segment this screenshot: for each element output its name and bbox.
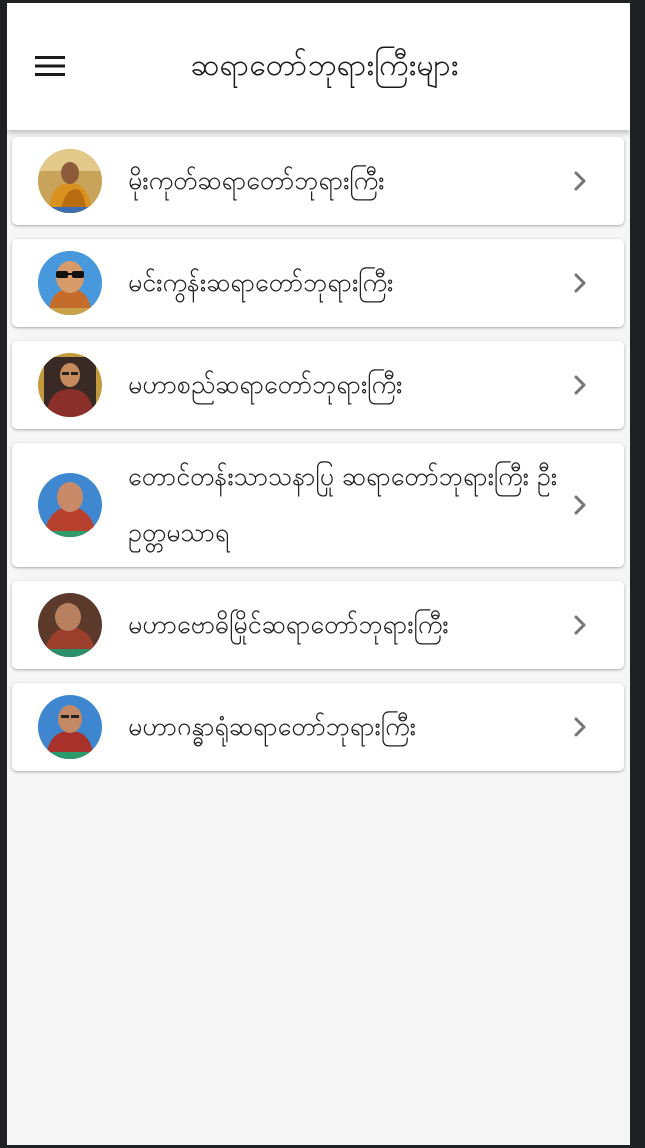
avatar bbox=[38, 593, 102, 657]
list-item-label: မင်းကွန်းဆရာတော်ဘုရားကြီး bbox=[128, 268, 394, 297]
list-item[interactable]: တောင်တန်းသာသနာပြု ဆရာတော်ဘုရားကြီး ဦးဥတ္… bbox=[12, 443, 624, 567]
chevron-right-icon bbox=[572, 271, 588, 295]
app-screen: ဆရာတော်ဘုရားကြီးများ မိုးကုတ်ဆရာတော်ဘုရာ… bbox=[7, 3, 630, 1145]
monk-portrait-icon bbox=[38, 593, 102, 657]
monk-portrait-icon bbox=[38, 251, 102, 315]
list-item[interactable]: မဟာစည်ဆရာတော်ဘုရားကြီး bbox=[12, 341, 624, 429]
monk-portrait-icon bbox=[38, 695, 102, 759]
chevron-right-icon bbox=[572, 493, 588, 517]
avatar bbox=[38, 695, 102, 759]
list-item-label: မဟာဂန္ဓာရုံဆရာတော်ဘုရားကြီး bbox=[128, 712, 416, 741]
page-title: ဆရာတော်ဘုရားကြီးများ bbox=[190, 48, 459, 83]
list-item-label: တောင်တန်းသာသနာပြု ဆရာတော်ဘုရားကြီး ဦးဥတ္… bbox=[128, 462, 558, 547]
avatar bbox=[38, 149, 102, 213]
chevron-right-icon bbox=[572, 715, 588, 739]
avatar bbox=[38, 251, 102, 315]
chevron-right-icon bbox=[572, 613, 588, 637]
monk-portrait-icon bbox=[38, 149, 102, 213]
list-item[interactable]: မင်းကွန်းဆရာတော်ဘုရားကြီး bbox=[12, 239, 624, 327]
list-item-label: မိုးကုတ်ဆရာတော်ဘုရားကြီး bbox=[128, 166, 385, 195]
avatar bbox=[38, 473, 102, 537]
list-item-label: မဟာစည်ဆရာတော်ဘုရားကြီး bbox=[128, 370, 403, 399]
list-item-label: မဟာဗောဓိမြိုင်ဆရာတော်ဘုရားကြီး bbox=[128, 610, 449, 639]
avatar bbox=[38, 353, 102, 417]
list-item[interactable]: မဟာဗောဓိမြိုင်ဆရာတော်ဘုရားကြီး bbox=[12, 581, 624, 669]
app-bar: ဆရာတော်ဘုရားကြီးများ bbox=[7, 3, 630, 130]
monk-portrait-icon bbox=[38, 473, 102, 537]
monk-portrait-icon bbox=[38, 353, 102, 417]
list-item[interactable]: မိုးကုတ်ဆရာတော်ဘုရားကြီး bbox=[12, 137, 624, 225]
chevron-right-icon bbox=[572, 373, 588, 397]
list-item[interactable]: မဟာဂန္ဓာရုံဆရာတော်ဘုရားကြီး bbox=[12, 683, 624, 771]
chevron-right-icon bbox=[572, 169, 588, 193]
